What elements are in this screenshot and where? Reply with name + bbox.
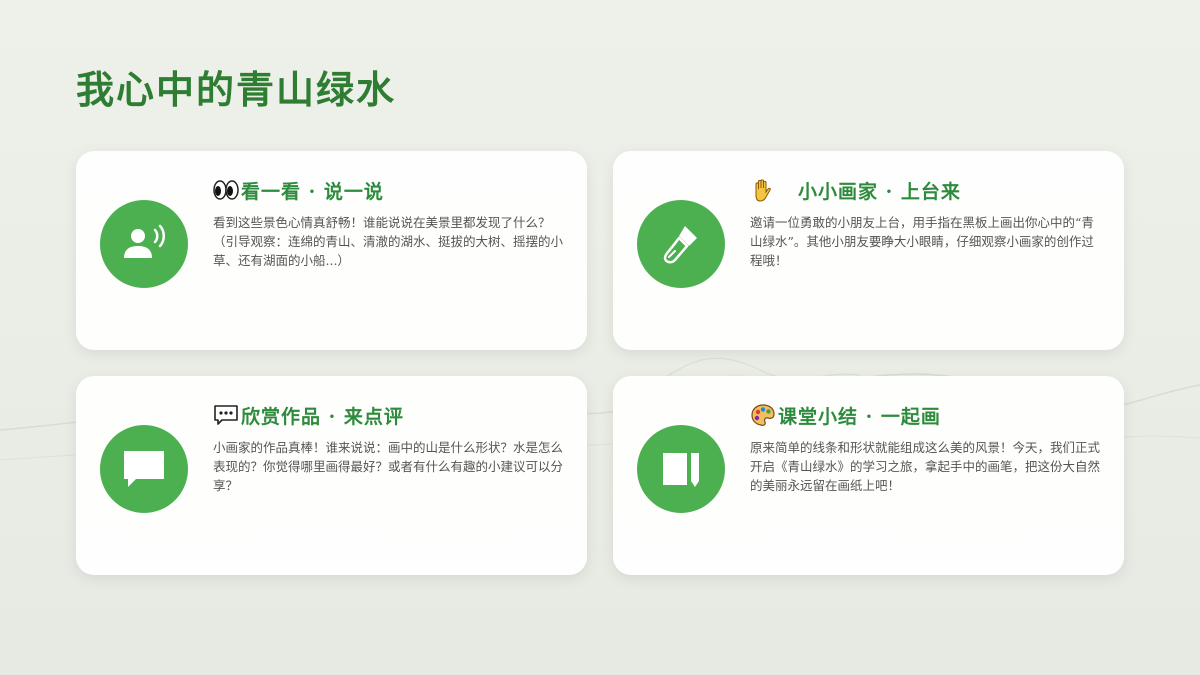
card-icon-circle	[100, 425, 188, 513]
raised-hand-icon	[755, 179, 771, 202]
card-text: 邀请一位勇敢的小朋友上台，用手指在黑板上画出你心中的“青山绿水”。其他小朋友要睁…	[750, 215, 1094, 268]
notebook-pencil-icon	[663, 453, 699, 487]
artist-palette-icon	[751, 404, 775, 426]
card-little-painter[interactable]: 小小画家 · 上台来 邀请一位勇敢的小朋友上台，用手指在黑板上画出你心中的“青山…	[613, 151, 1124, 350]
card-text: 原来简单的线条和形状就能组成这么美的风景！今天，我们正式开启《青山绿水》的学习之…	[750, 440, 1101, 493]
eyes-icon	[213, 180, 239, 200]
card-title: 课堂小结 · 一起画	[778, 405, 941, 428]
card-icon-circle	[637, 200, 725, 288]
card-text: 小画家的作品真棒！谁来说说：画中的山是什么形状？水是怎么表现的？你觉得哪里画得最…	[213, 440, 564, 493]
card-title: 小小画家 · 上台来	[798, 180, 961, 203]
chat-bubble-icon	[124, 451, 164, 487]
card-icon-circle	[100, 200, 188, 288]
paint-brush-icon	[663, 226, 697, 264]
page-title: 我心中的青山绿水	[76, 67, 397, 112]
speech-balloon-icon	[214, 405, 238, 425]
card-icon-circle	[637, 425, 725, 513]
card-title: 看一看 · 说一说	[241, 180, 384, 203]
card-appreciate-works[interactable]: 欣赏作品 · 来点评 小画家的作品真棒！谁来说说：画中的山是什么形状？水是怎么表…	[76, 376, 587, 575]
card-look-and-say[interactable]: 看一看 · 说一说 看到这些景色心情真舒畅！谁能说说在美景里都发现了什么？（引导…	[76, 151, 587, 350]
card-title: 欣赏作品 · 来点评	[241, 405, 404, 428]
card-text: 看到这些景色心情真舒畅！谁能说说在美景里都发现了什么？（引导观察：连绵的青山、清…	[213, 215, 564, 268]
speaking-person-icon	[124, 224, 165, 258]
card-class-summary[interactable]: 课堂小结 · 一起画 原来简单的线条和形状就能组成这么美的风景！今天，我们正式开…	[613, 376, 1124, 575]
